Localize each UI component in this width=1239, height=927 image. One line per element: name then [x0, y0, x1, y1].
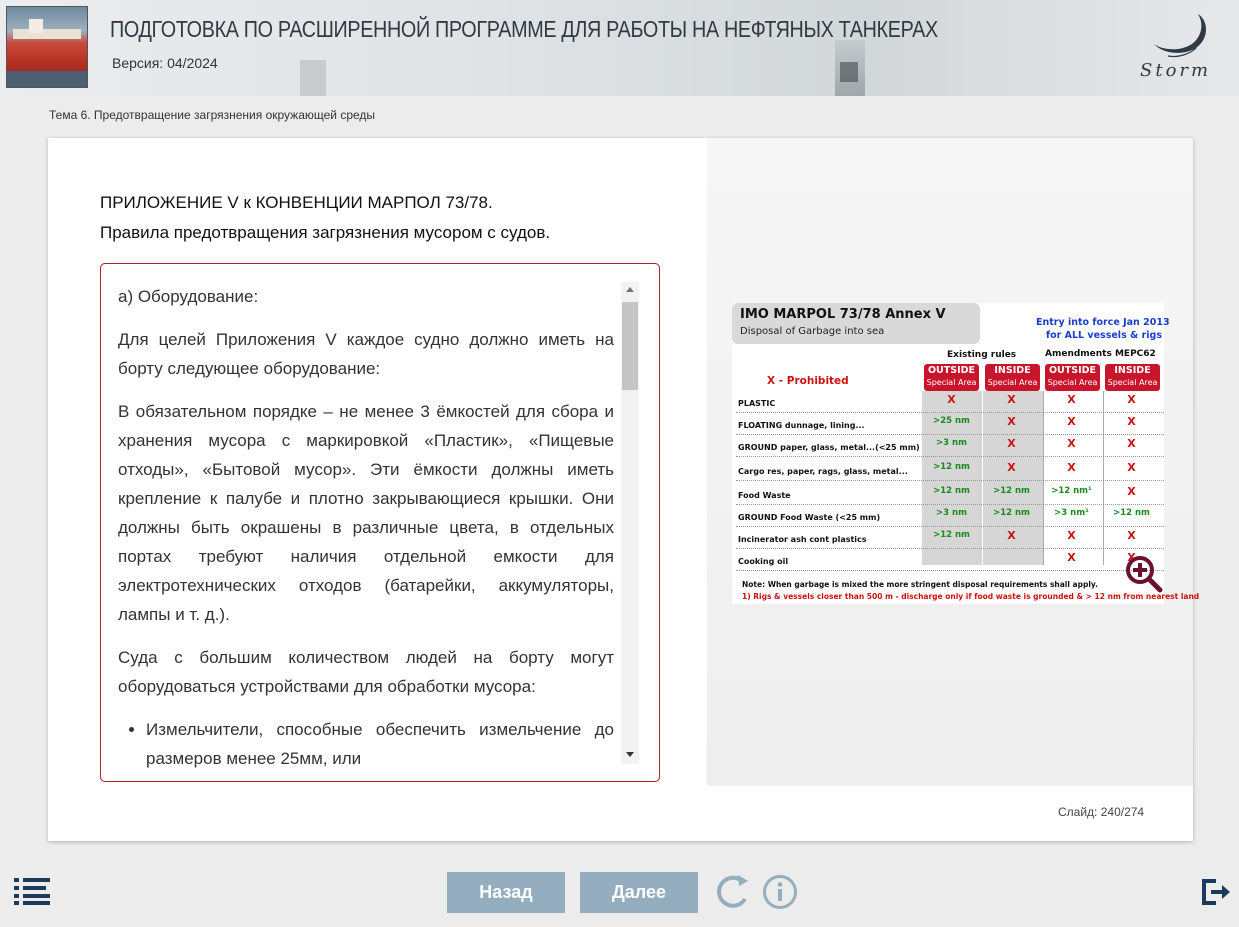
row-label: Cargo res, paper, rags, glass, metal... — [738, 467, 908, 476]
row-label: GROUND Food Waste (<25 mm) — [738, 513, 881, 522]
table-cell: >12 nm — [933, 462, 970, 472]
table-cell: >12 nm — [993, 508, 1030, 518]
table-cell: >12 nm — [933, 530, 970, 540]
amendments-label: Amendments MEPC62 — [1045, 349, 1156, 359]
col-header: INSIDE Special Area — [1105, 364, 1160, 391]
table-cell: X — [1127, 485, 1136, 498]
row-label: Food Waste — [738, 491, 791, 500]
bullet-list: Измельчители, способные обеспечить измел… — [146, 715, 614, 773]
table-row: Cooking oil X X — [736, 549, 1164, 571]
scrollbar[interactable] — [621, 282, 639, 764]
table-cell: X — [1127, 461, 1136, 474]
table-cell: X — [1007, 415, 1016, 428]
col-header: OUTSIDE Special Area — [1045, 364, 1100, 391]
table-cell: X — [1007, 437, 1016, 450]
slide-counter: Слайд: 240/274 — [1058, 805, 1145, 819]
info-icon[interactable] — [762, 874, 798, 910]
table-cell: X — [1007, 529, 1016, 542]
table-cell: X — [1067, 461, 1076, 474]
table-cell: >12 nm — [933, 486, 970, 496]
paragraph: Суда с большим количеством людей на борт… — [118, 648, 614, 696]
table-cell: X — [947, 393, 956, 406]
figure-subtitle: Disposal of Garbage into sea — [740, 326, 885, 337]
table-row: GROUND Food Waste (<25 mm) >3 nm >12 nm >3 … — [736, 505, 1164, 527]
scroll-down-arrow-icon[interactable] — [626, 752, 634, 757]
back-button[interactable]: Назад — [447, 872, 565, 913]
table-row: Incinerator ash cont plastics >12 nm X X X — [736, 527, 1164, 549]
table-row: Cargo res, paper, rags, glass, metal... >… — [736, 459, 1164, 481]
existing-rules-label: Existing rules — [947, 350, 1017, 360]
row-label: GROUND paper, glass, metal...(<25 mm) — [738, 443, 920, 452]
table-cell: >25 nm — [933, 416, 970, 426]
col-header: OUTSIDE Special Area — [924, 364, 979, 391]
row-label: FLOATING dunnage, lining... — [738, 421, 865, 430]
storm-logo: Storm — [1140, 14, 1211, 81]
table-cell: X — [1127, 529, 1136, 542]
table-cell: >3 nm — [936, 508, 967, 518]
table-cell: >3 nm¹ — [1054, 508, 1089, 518]
slide-subheading: Правила предотвращения загрязнения мусор… — [100, 223, 551, 242]
figure-entry-note: Entry into force Jan 2013 — [1036, 317, 1170, 328]
figure-title-box: IMO MARPOL 73/78 Annex V Disposal of Gar… — [732, 303, 980, 344]
figure-entry-note-2: for ALL vessels & rigs — [1046, 330, 1163, 341]
table-cell: X — [1067, 529, 1076, 542]
header-background-detail — [840, 62, 858, 82]
table-row: FLOATING dunnage, lining... >25 nm X X X — [736, 413, 1164, 435]
table-cell: X — [1067, 551, 1076, 564]
reload-icon[interactable] — [714, 873, 752, 911]
section-title: а) Оборудование: — [118, 287, 259, 306]
scrollable-text-box[interactable]: а) Оборудование: Для целей Приложения V … — [100, 263, 660, 782]
prohibited-legend: X - Prohibited — [767, 375, 849, 387]
figure-title: IMO MARPOL 73/78 Annex V — [740, 307, 946, 322]
course-title: ПОДГОТОВКА ПО РАСШИРЕННОЙ ПРОГРАММЕ ДЛЯ … — [110, 16, 938, 42]
paragraph: В обязательном порядке – не менее 3 ёмко… — [118, 402, 614, 624]
list-item: Измельчители, способные обеспечить измел… — [146, 715, 614, 773]
menu-list-icon[interactable] — [14, 877, 52, 905]
scroll-up-arrow-icon[interactable] — [626, 287, 634, 292]
col-header: INSIDE Special Area — [985, 364, 1040, 391]
table-cell: X — [1067, 393, 1076, 406]
table-cell: X — [1007, 393, 1016, 406]
version-label: Версия: 04/2024 — [112, 55, 218, 71]
scrollbar-thumb[interactable] — [622, 302, 638, 390]
table-cell: X — [1127, 437, 1136, 450]
logo-text: Storm — [1140, 60, 1211, 81]
table-cell: X — [1067, 415, 1076, 428]
row-label: PLASTIC — [738, 399, 776, 408]
zoom-in-icon[interactable] — [1124, 554, 1164, 594]
header-background — [300, 60, 326, 96]
paragraph: Для целей Приложения V каждое судно долж… — [118, 330, 614, 378]
table-cell: X — [1127, 393, 1136, 406]
table-cell: >3 nm — [936, 438, 967, 448]
slide-heading: ПРИЛОЖЕНИЕ V к КОНВЕНЦИИ МАРПОЛ 73/78. — [100, 193, 493, 212]
exit-icon[interactable] — [1200, 877, 1230, 907]
text-content: а) Оборудование: Для целей Приложения V … — [118, 282, 614, 773]
table-row: PLASTIC X X X X — [736, 391, 1164, 413]
course-thumbnail — [6, 6, 88, 88]
table-cell: >12 nm — [993, 486, 1030, 496]
figure-note: Note: When garbage is mixed the more str… — [742, 580, 1098, 589]
next-button[interactable]: Далее — [580, 872, 698, 913]
header: ПОДГОТОВКА ПО РАСШИРЕННОЙ ПРОГРАММЕ ДЛЯ … — [0, 0, 1239, 96]
table-cell: >12 nm¹ — [1051, 486, 1092, 496]
table-cell: X — [1067, 437, 1076, 450]
table-row: Food Waste >12 nm >12 nm >12 nm¹ X — [736, 483, 1164, 505]
row-label: Incinerator ash cont plastics — [738, 535, 867, 544]
breadcrumb: Тема 6. Предотвращение загрязнения окруж… — [49, 108, 376, 122]
marpol-annex-v-figure[interactable]: IMO MARPOL 73/78 Annex V Disposal of Gar… — [732, 303, 1199, 604]
table-cell: X — [1007, 461, 1016, 474]
table-row: GROUND paper, glass, metal...(<25 mm) >3 … — [736, 435, 1164, 457]
row-label: Cooking oil — [738, 557, 789, 566]
table-cell: >12 nm — [1113, 508, 1150, 518]
table-cell: X — [1127, 415, 1136, 428]
